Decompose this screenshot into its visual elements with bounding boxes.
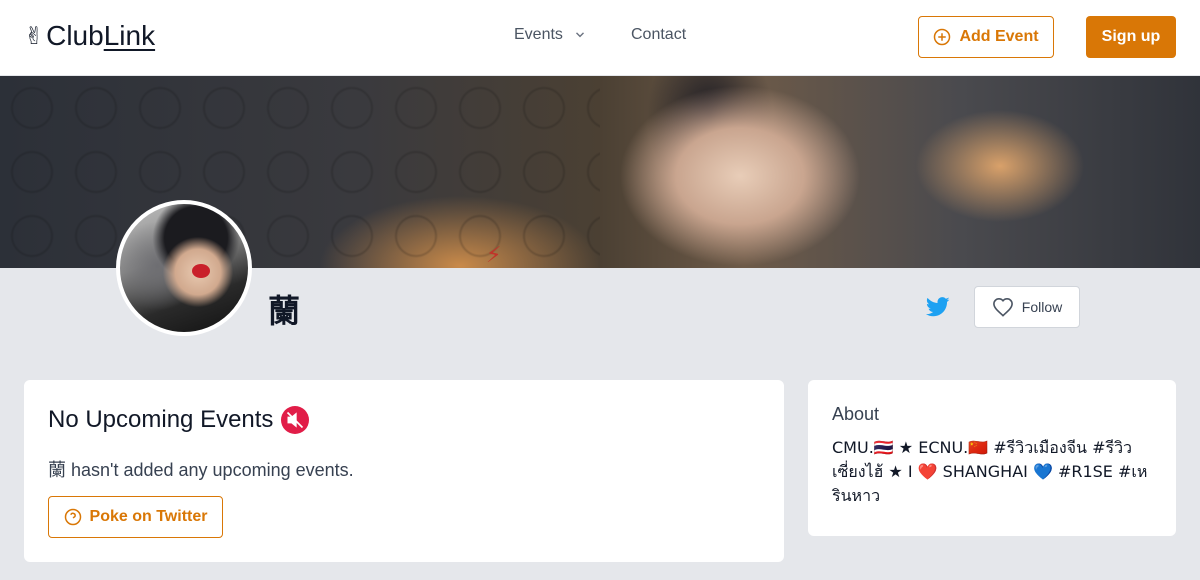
events-card-title-text: No Upcoming Events	[48, 406, 274, 433]
victory-hand-icon: ✌	[24, 22, 45, 50]
banner-red-mark: ⚡	[486, 242, 502, 267]
nav-contact-link[interactable]: Contact	[631, 26, 686, 44]
question-circle-icon	[64, 508, 81, 526]
logo-text-club: Club	[46, 20, 104, 51]
poke-on-twitter-label: Poke on Twitter	[89, 508, 208, 525]
nav-events-dropdown[interactable]: Events	[514, 26, 587, 44]
chevron-down-icon	[575, 32, 584, 38]
follow-label: Follow	[1021, 299, 1063, 315]
banner-lattice-pattern	[0, 76, 600, 268]
heart-icon	[992, 297, 1013, 317]
events-card-title: No Upcoming Events	[48, 406, 310, 434]
about-card: About CMU.🇹🇭 ★ ECNU.🇨🇳 #รีวิวเมืองจีน #ร…	[808, 380, 1176, 536]
avatar-rose	[192, 264, 210, 278]
events-card-description: 蘭 hasn't added any upcoming events.	[48, 460, 354, 480]
twitter-icon[interactable]	[926, 296, 950, 318]
plus-circle-icon	[934, 28, 951, 46]
upcoming-events-card: No Upcoming Events 蘭 hasn't added any up…	[24, 380, 784, 562]
nav-events-label: Events	[514, 26, 563, 43]
about-card-bio: CMU.🇹🇭 ★ ECNU.🇨🇳 #รีวิวเมืองจีน #รีวิวเซ…	[832, 438, 1148, 505]
clublink-logo[interactable]: ✌ Club Link	[24, 20, 155, 52]
top-header: ✌ Club Link Events Contact Add Event Sig…	[0, 0, 1200, 76]
about-card-title: About	[832, 404, 880, 424]
profile-name: 蘭	[268, 292, 301, 330]
add-event-label: Add Event	[959, 28, 1039, 45]
sign-up-button[interactable]: Sign up	[1086, 16, 1176, 58]
add-event-button[interactable]: Add Event	[918, 16, 1054, 58]
poke-on-twitter-button[interactable]: Poke on Twitter	[48, 496, 223, 538]
profile-avatar	[116, 200, 252, 336]
logo-text-link: Link	[103, 20, 156, 51]
muted-speaker-icon	[281, 406, 310, 434]
follow-button[interactable]: Follow	[974, 286, 1080, 328]
